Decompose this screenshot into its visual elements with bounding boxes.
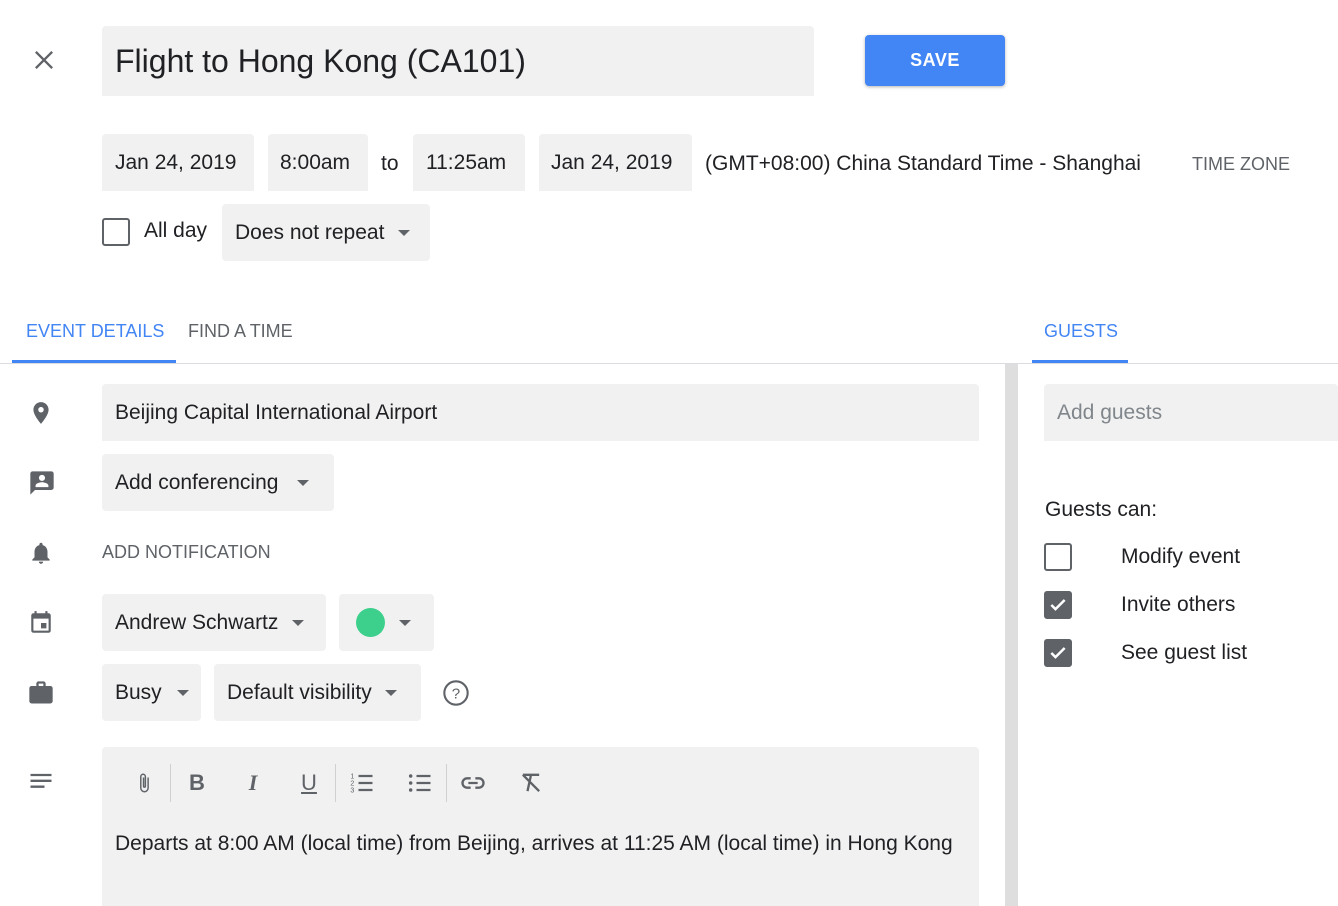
conferencing-dropdown[interactable]: Add conferencing xyxy=(102,454,334,511)
tab-event-details[interactable]: EVENT DETAILS xyxy=(12,300,176,363)
color-swatch xyxy=(356,608,385,637)
visibility-value: Default visibility xyxy=(227,680,372,704)
svg-text:1: 1 xyxy=(350,773,354,780)
clear-formatting-icon[interactable] xyxy=(511,763,551,803)
chevron-down-icon xyxy=(176,689,189,696)
italic-icon[interactable]: I xyxy=(233,763,273,803)
close-button[interactable] xyxy=(24,40,64,80)
description-icon xyxy=(24,765,58,799)
tab-find-a-time[interactable]: FIND A TIME xyxy=(176,300,308,363)
all-day-label: All day xyxy=(144,219,208,242)
chevron-down-icon xyxy=(398,229,411,236)
chevron-down-icon xyxy=(399,619,411,626)
end-date-field[interactable]: Jan 24, 2019 xyxy=(539,134,692,191)
guests-can-label: Guests can: xyxy=(1045,498,1158,521)
calendar-owner-dropdown[interactable]: Andrew Schwartz xyxy=(102,594,326,651)
invite-others-checkbox[interactable] xyxy=(1044,591,1072,619)
all-day-checkbox[interactable] xyxy=(102,218,130,246)
to-label: to xyxy=(381,152,399,175)
check-icon xyxy=(1050,647,1066,659)
start-time: 8:00am xyxy=(280,150,351,174)
modify-event-checkbox[interactable] xyxy=(1044,543,1072,571)
chevron-down-icon xyxy=(292,619,305,626)
repeat-dropdown[interactable]: Does not repeat xyxy=(222,204,430,261)
tab-guests[interactable]: GUESTS xyxy=(1032,300,1128,363)
event-title: Flight to Hong Kong (CA101) xyxy=(115,42,526,79)
start-date-field[interactable]: Jan 24, 2019 xyxy=(102,134,254,191)
briefcase-icon xyxy=(24,676,58,710)
end-time: 11:25am xyxy=(426,150,507,174)
location-icon xyxy=(24,396,58,430)
scrollbar-track[interactable] xyxy=(1005,364,1018,906)
calendar-color-dropdown[interactable] xyxy=(339,594,434,651)
conferencing-icon xyxy=(24,466,60,500)
visibility-dropdown[interactable]: Default visibility xyxy=(214,664,421,721)
calendar-icon xyxy=(24,606,58,640)
save-label: SAVE xyxy=(910,50,960,70)
add-guests-input[interactable]: Add guests xyxy=(1044,384,1338,441)
check-icon xyxy=(1050,599,1066,611)
calendar-owner-value: Andrew Schwartz xyxy=(115,610,279,634)
bell-icon xyxy=(24,536,58,570)
attachment-icon[interactable] xyxy=(124,763,164,803)
see-guest-list-checkbox[interactable] xyxy=(1044,639,1072,667)
end-date: Jan 24, 2019 xyxy=(551,150,673,174)
start-date: Jan 24, 2019 xyxy=(115,150,237,174)
title-field[interactable]: Flight to Hong Kong (CA101) xyxy=(102,26,814,96)
toolbar-separator xyxy=(170,764,171,802)
invite-others-label: Invite others xyxy=(1121,593,1236,616)
numbered-list-icon[interactable]: 123 xyxy=(342,763,382,803)
location-value: Beijing Capital International Airport xyxy=(115,400,438,424)
editor-toolbar: B I U 123 xyxy=(124,763,551,803)
toolbar-separator xyxy=(335,764,336,802)
tab-find-a-time-label: FIND A TIME xyxy=(188,321,293,341)
toolbar-separator xyxy=(446,764,447,802)
add-guests-placeholder: Add guests xyxy=(1057,400,1163,424)
chevron-down-icon xyxy=(297,479,310,486)
see-guest-list-label: See guest list xyxy=(1121,641,1248,664)
availability-dropdown[interactable]: Busy xyxy=(102,664,201,721)
description-text: Departs at 8:00 AM (local time) from Bei… xyxy=(115,832,953,855)
timezone-button[interactable]: TIME ZONE xyxy=(1192,154,1290,175)
svg-text:2: 2 xyxy=(350,780,354,787)
svg-text:3: 3 xyxy=(350,787,354,794)
repeat-value: Does not repeat xyxy=(235,220,385,244)
bold-icon[interactable]: B xyxy=(177,763,217,803)
start-time-field[interactable]: 8:00am xyxy=(268,134,368,191)
add-notification-button[interactable]: ADD NOTIFICATION xyxy=(102,542,271,563)
close-icon xyxy=(35,51,53,69)
description-editor[interactable]: B I U 123 Departs at 8:00 AM (local time… xyxy=(102,747,979,906)
tab-event-details-label: EVENT DETAILS xyxy=(26,321,165,341)
svg-text:?: ? xyxy=(452,685,460,702)
availability-value: Busy xyxy=(115,680,162,704)
tabs-divider xyxy=(0,363,1338,364)
bulleted-list-icon[interactable] xyxy=(400,763,440,803)
timezone-label: (GMT+08:00) China Standard Time - Shangh… xyxy=(705,152,1141,175)
conferencing-value: Add conferencing xyxy=(115,470,279,494)
modify-event-label: Modify event xyxy=(1121,545,1241,568)
help-icon[interactable]: ? xyxy=(440,677,472,709)
save-button[interactable]: SAVE xyxy=(865,35,1005,86)
end-time-field[interactable]: 11:25am xyxy=(413,134,525,191)
underline-icon[interactable]: U xyxy=(289,763,329,803)
chevron-down-icon xyxy=(384,689,397,696)
location-field[interactable]: Beijing Capital International Airport xyxy=(102,384,979,441)
tab-guests-label: GUESTS xyxy=(1044,321,1119,341)
link-icon[interactable] xyxy=(453,763,493,803)
